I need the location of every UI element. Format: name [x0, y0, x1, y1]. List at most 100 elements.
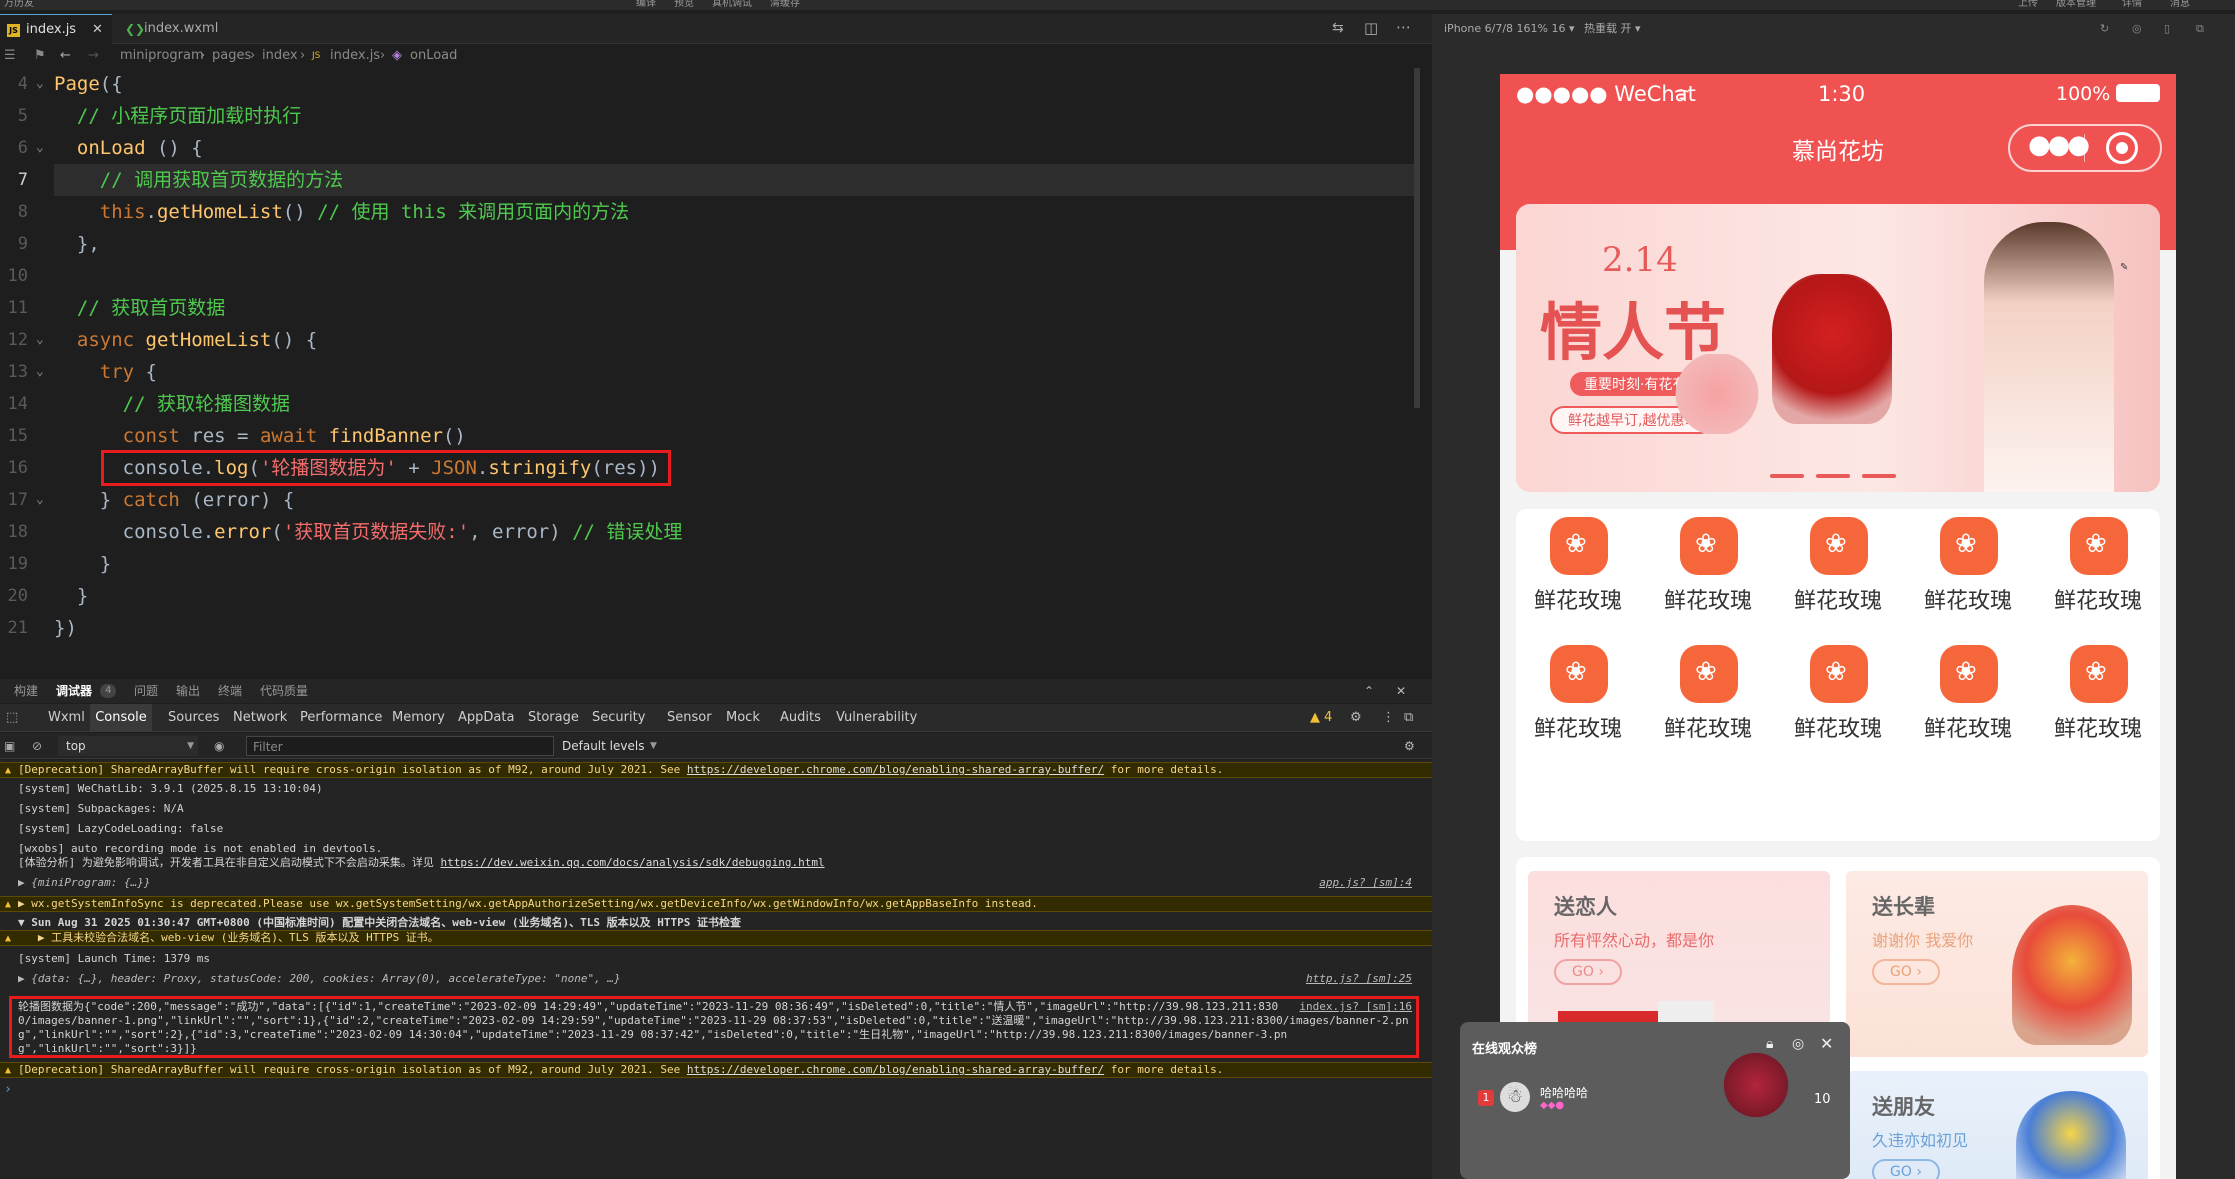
banner-carousel[interactable]: 2.14 情人节 重要时刻·有花有你 鲜花越早订,越优惠> ✎ [1516, 204, 2160, 492]
console-link[interactable]: https://developer.chrome.com/blog/enabli… [687, 1063, 1104, 1076]
tab-vulnerability[interactable]: Vulnerability [836, 704, 917, 732]
eye-icon[interactable]: ◉ [214, 733, 224, 759]
undock-icon[interactable]: ⧉ [1404, 704, 1413, 732]
tab-build[interactable]: 构建 [14, 679, 38, 703]
tab-debugger[interactable]: 调试器 [56, 679, 92, 703]
phone-icon[interactable]: ▯ [2164, 14, 2170, 44]
preview-button[interactable]: 预览 [674, 0, 694, 9]
go-button[interactable]: GO › [1554, 959, 1622, 985]
clear-console-icon[interactable]: ⊘ [32, 733, 42, 759]
category-item[interactable]: ❀ 鲜花玫瑰 [2036, 637, 2160, 747]
console-link[interactable]: https://developer.chrome.com/blog/enabli… [687, 763, 1104, 776]
console-object[interactable]: ▶ {miniProgram: {…}} app.js? [sm]:4 [0, 876, 1432, 890]
compile-button[interactable]: 编译 [636, 0, 656, 9]
console-group[interactable]: ▼ Sun Aug 31 2025 01:30:47 GMT+0800 (中国标… [0, 916, 1432, 930]
close-icon[interactable]: ✕ [1396, 679, 1406, 703]
console-prompt[interactable]: › [4, 1082, 12, 1097]
tab-issues[interactable]: 问题 [134, 679, 158, 703]
category-item[interactable]: ❀ 鲜花玫瑰 [2036, 509, 2160, 619]
forward-arrow-icon[interactable]: → [88, 44, 99, 68]
category-item[interactable]: ❀ 鲜花玫瑰 [1906, 637, 2030, 747]
breadcrumb-item[interactable]: index.js [330, 44, 380, 68]
tab-memory[interactable]: Memory [392, 704, 445, 732]
carousel-dot[interactable] [1862, 474, 1896, 478]
carousel-dot[interactable] [1770, 474, 1804, 478]
device-select[interactable]: iPhone 6/7/8 161% 16 ▾ [1444, 14, 1575, 44]
tab-appdata[interactable]: AppData [458, 704, 514, 732]
category-item[interactable]: ❀ 鲜花玫瑰 [1646, 637, 1770, 747]
tab-storage[interactable]: Storage [528, 704, 579, 732]
tab-audits[interactable]: Audits [780, 704, 821, 732]
list-icon[interactable]: ☰ [4, 44, 16, 68]
source-link[interactable]: http.js? [sm]:25 [1306, 972, 1412, 986]
category-item[interactable]: ❀ 鲜花玫瑰 [1516, 637, 1640, 747]
refresh-icon[interactable]: ↻ [2100, 14, 2109, 44]
tab-terminal[interactable]: 终端 [218, 679, 242, 703]
tab-console[interactable]: Console [90, 704, 152, 731]
tab-wxml[interactable]: Wxml [48, 704, 85, 732]
category-item[interactable]: ❀ 鲜花玫瑰 [1776, 509, 1900, 619]
more-icon[interactable]: ⋯ [1396, 18, 1411, 36]
highlight-box [9, 996, 1419, 1058]
console-link[interactable]: https://dev.weixin.qq.com/docs/analysis/… [441, 856, 825, 869]
close-icon[interactable]: ✕ [92, 15, 103, 45]
remote-debug-button[interactable]: 真机调试 [712, 0, 752, 9]
sidebar-toggle-icon[interactable]: ▣ [4, 733, 15, 759]
gear-icon[interactable]: ⚙ [1350, 704, 1362, 732]
record-icon[interactable]: ◎ [2132, 14, 2142, 44]
breadcrumb-item[interactable]: miniprogram [120, 44, 204, 68]
close-miniprogram-icon[interactable] [2106, 132, 2138, 164]
tab-output[interactable]: 输出 [176, 679, 200, 703]
more-dots-icon[interactable]: ●●● [2028, 130, 2090, 160]
category-item[interactable]: ❀ 鲜花玫瑰 [1516, 509, 1640, 619]
breadcrumb-item[interactable]: index [262, 44, 298, 68]
tab-index-js[interactable]: JS index.js ✕ [0, 14, 112, 44]
tab-index-wxml[interactable]: ❮❯ index.wxml [118, 14, 230, 44]
split-editor-icon[interactable]: ◫ [1364, 19, 1378, 37]
compare-icon[interactable]: ⇆ [1332, 20, 1344, 36]
filter-input[interactable]: Filter [246, 736, 554, 756]
console-text: ▶ 工具未校验合法域名、web-view (业务域名)、TLS 版本以及 HTT… [18, 931, 439, 944]
upload-button[interactable]: 上传 [2018, 0, 2038, 9]
messages-button[interactable]: 消息 [2170, 0, 2190, 9]
tab-performance[interactable]: Performance [300, 704, 382, 732]
breadcrumb-item[interactable]: pages [212, 44, 251, 68]
tab-mock[interactable]: Mock [726, 704, 760, 732]
tab-sources[interactable]: Sources [168, 704, 219, 732]
back-arrow-icon[interactable]: ← [60, 44, 71, 68]
details-button[interactable]: 详情 [2122, 0, 2142, 9]
console-output[interactable]: ▲ [Deprecation] SharedArrayBuffer will re… [0, 760, 1432, 1179]
tab-security[interactable]: Security [592, 704, 645, 732]
source-link[interactable]: app.js? [sm]:4 [1319, 876, 1412, 890]
category-item[interactable]: ❀ 鲜花玫瑰 [1906, 509, 2030, 619]
tab-code-quality[interactable]: 代码质量 [260, 679, 308, 703]
phone-screen[interactable]: ●●●●● WeChat ᯤ 1:30 100% 慕尚花坊 ●●● 2.14 情… [1500, 74, 2176, 1179]
warning-count[interactable]: 4 [1324, 704, 1332, 732]
card-elder[interactable]: 送长辈 谢谢你 我爱你 GO › [1846, 871, 2148, 1057]
breadcrumb-item[interactable]: onLoad [410, 44, 457, 68]
chevron-up-icon[interactable]: ⌃ [1364, 679, 1374, 703]
go-button[interactable]: GO › [1872, 959, 1940, 985]
category-item[interactable]: ❀ 鲜花玫瑰 [1776, 637, 1900, 747]
kebab-menu-icon[interactable]: ⋮ [1382, 704, 1395, 732]
tab-network[interactable]: Network [233, 704, 287, 732]
close-icon[interactable]: ✕ [1820, 1034, 1833, 1053]
card-friend[interactable]: 送朋友 久违亦如初见 GO › [1846, 1071, 2148, 1179]
audience-overlay[interactable]: 在线观众榜 🔒︎ ◎ ✕ 1 ☃ 哈哈哈哈 ◆◆● 10 [1460, 1022, 1850, 1179]
hot-reload-toggle[interactable]: 热重载 开 ▾ [1584, 14, 1641, 44]
version-button[interactable]: 版本管理 [2056, 0, 2096, 9]
bookmark-icon[interactable]: ⚑ [34, 44, 46, 68]
context-select[interactable]: top ▼ [58, 736, 198, 756]
go-button[interactable]: GO › [1872, 1159, 1940, 1179]
gear-icon[interactable]: ⚙ [1404, 733, 1415, 759]
inspect-icon[interactable]: ⬚ [6, 704, 18, 732]
undock-icon[interactable]: ⧉ [2196, 14, 2204, 44]
category-item[interactable]: ❀ 鲜花玫瑰 [1646, 509, 1770, 619]
log-levels-select[interactable]: Default levels [562, 733, 644, 759]
console-object[interactable]: ▶ {data: {…}, header: Proxy, statusCode:… [0, 972, 1432, 986]
carousel-dot[interactable] [1816, 474, 1850, 478]
tab-sensor[interactable]: Sensor [667, 704, 712, 732]
clear-cache-button[interactable]: 清缓存 [770, 0, 800, 9]
card-title: 送恋人 [1554, 895, 1617, 919]
code-editor[interactable]: 4 ⌄ Page({ 5 // 小程序页面加载时执行 6 ⌄ onLoad () { … [0, 68, 1420, 662]
